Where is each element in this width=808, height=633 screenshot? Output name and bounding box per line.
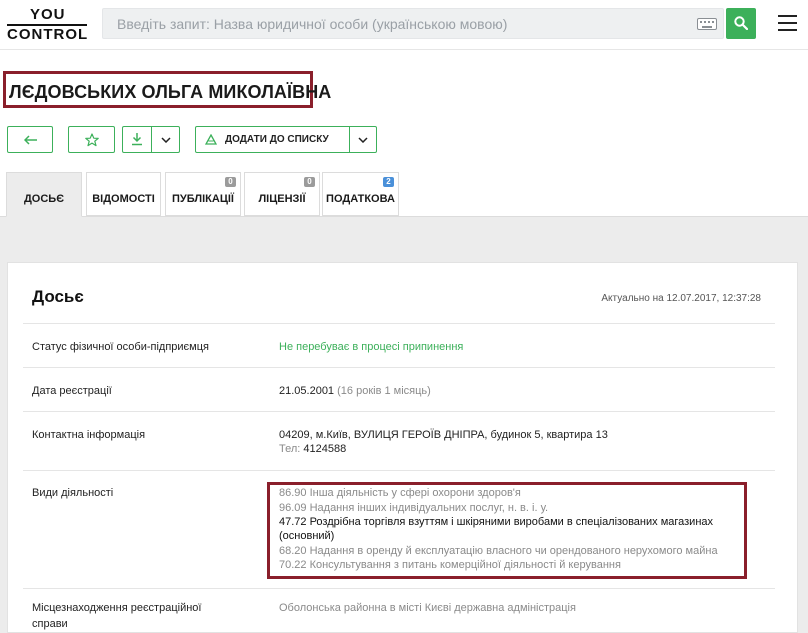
hamburger-menu-icon[interactable] [778,14,798,32]
activity-main-marker: (основний) [279,530,335,542]
activity-item-main: 47.72 Роздрібна торгівля взуттям і шкіря… [279,516,714,528]
registration-duration: (16 років 1 місяць) [337,385,431,397]
registration-value: 21.05.2001 (16 років 1 місяць) [279,384,431,399]
star-icon [85,133,99,147]
chevron-down-icon[interactable] [161,137,171,143]
location-value: Оболонська районна в місті Києві державн… [279,602,576,614]
tab-dossier[interactable]: ДОСЬЄ [6,172,82,217]
status-label: Статус фізичної особи-підприємця [32,341,209,353]
search-bar [102,8,724,39]
list-triangle-icon [205,134,217,145]
tab-details[interactable]: ВІДОМОСТІ [86,172,161,216]
add-to-list-label: ДОДАТИ ДО СПИСКУ [225,134,329,145]
chevron-down-icon[interactable] [358,137,368,143]
registration-date: 21.05.2001 [279,385,335,397]
search-icon [734,16,748,30]
location-label-cont: справи [32,618,68,630]
page-title: ЛЄДОВСЬКИХ ОЛЬГА МИКОЛАЇВНА [9,82,332,102]
activities-label: Види діяльності [32,487,114,499]
button-separator [151,127,152,152]
keyboard-icon[interactable] [697,18,717,30]
dossier-card: Досьє Актуально на 12.07.2017, 12:37:28 … [7,262,798,633]
divider [23,470,775,471]
phone-label: Тел: [279,443,301,455]
activity-item: 70.22 Консультування з питань комерційно… [279,559,621,571]
contact-phone: Тел: 4124588 [279,442,346,457]
add-to-list-button[interactable]: ДОДАТИ ДО СПИСКУ [195,126,377,153]
logo-text-bottom: CONTROL [7,26,89,43]
divider [23,411,775,412]
contact-label: Контактна інформація [32,429,146,441]
logo-text-top: YOU [30,6,66,23]
contact-address: 04209, м.Київ, ВУЛИЦЯ ГЕРОЇВ ДНІПРА, буд… [279,429,608,441]
favorite-button[interactable] [68,126,115,153]
button-separator [349,127,350,152]
divider [23,323,775,324]
count-badge: 0 [225,177,236,187]
activity-item: 96.09 Надання інших індивідуальних послу… [279,502,549,514]
tab-licenses[interactable]: 0 ЛІЦЕНЗІЇ [244,172,320,216]
status-value: Не перебуває в процесі припинення [279,341,464,353]
activity-item: 68.20 Надання в оренду й експлуатацію вл… [279,545,718,557]
download-button[interactable] [122,126,180,153]
location-label: Місцезнаходження реєстраційної [32,602,202,614]
tab-tax[interactable]: 2 ПОДАТКОВА [322,172,399,216]
divider [23,588,775,589]
phone-number: 4124588 [303,443,347,455]
person-name-highlight: ЛЄДОВСЬКИХ ОЛЬГА МИКОЛАЇВНА [3,71,331,108]
divider [23,367,775,368]
section-title: Досьє [32,287,84,306]
count-badge: 0 [304,177,315,187]
download-icon [132,133,142,146]
activity-item: 86.90 Інша діяльність у сфері охорони зд… [279,487,521,499]
registration-label: Дата реєстрації [32,385,112,397]
back-button[interactable] [7,126,53,153]
youcontrol-logo[interactable]: YOU CONTROL [7,6,89,43]
count-badge: 2 [383,177,394,187]
tab-publications[interactable]: 0 ПУБЛІКАЦІЇ [165,172,241,216]
updated-timestamp: Актуально на 12.07.2017, 12:37:28 [601,293,761,304]
arrow-left-icon [24,135,37,145]
search-button[interactable] [726,8,756,39]
search-input[interactable] [103,9,688,38]
top-header: YOU CONTROL [0,0,808,50]
